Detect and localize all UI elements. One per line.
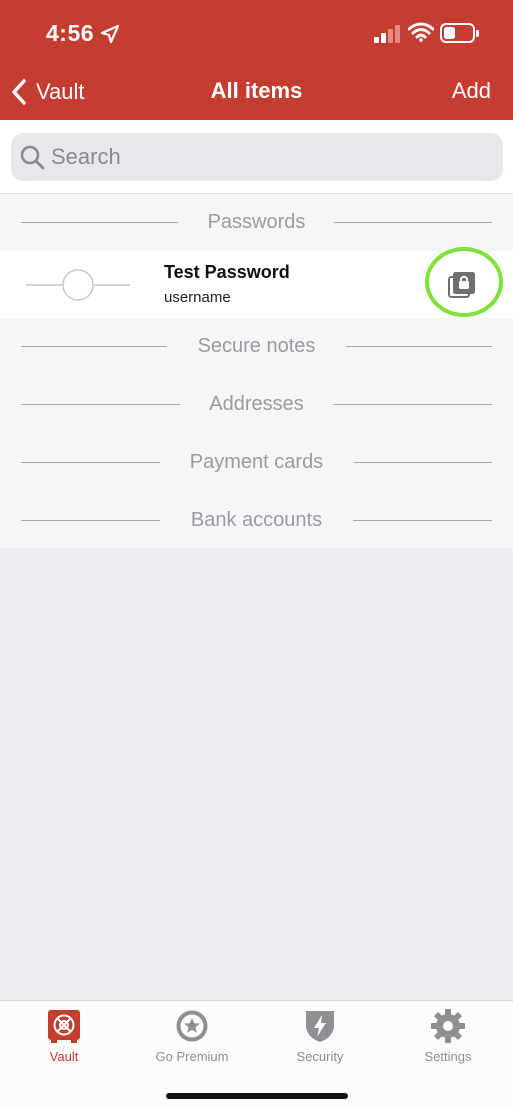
star-icon bbox=[176, 1010, 208, 1042]
tab-vault[interactable]: Vault bbox=[0, 1009, 128, 1069]
status-time: 4:56 bbox=[46, 20, 95, 46]
divider bbox=[21, 346, 167, 347]
add-button[interactable]: Add bbox=[452, 78, 491, 104]
section-header-passwords: Passwords bbox=[0, 202, 513, 242]
tab-label: Settings bbox=[424, 1049, 472, 1064]
back-label: Vault bbox=[36, 79, 85, 104]
search-bar bbox=[0, 120, 513, 194]
tab-label: Go Premium bbox=[155, 1049, 229, 1064]
section-header-payment-cards: Payment cards bbox=[0, 442, 513, 482]
divider bbox=[21, 520, 160, 521]
section-label: Payment cards bbox=[189, 450, 324, 473]
divider bbox=[353, 520, 492, 521]
vault-list: Passwords Test Password username Secure … bbox=[0, 194, 513, 548]
section-label: Passwords bbox=[207, 210, 306, 233]
section-header-addresses: Addresses bbox=[0, 384, 513, 424]
section-label: Secure notes bbox=[197, 334, 316, 357]
divider bbox=[21, 404, 180, 405]
gear-icon bbox=[431, 1009, 465, 1043]
search-icon bbox=[20, 145, 45, 170]
divider bbox=[354, 462, 492, 463]
search-field[interactable] bbox=[11, 133, 503, 181]
vault-icon bbox=[48, 1010, 80, 1043]
tab-security[interactable]: Security bbox=[256, 1009, 384, 1069]
tab-settings[interactable]: Settings bbox=[384, 1009, 512, 1069]
item-title: Test Password bbox=[164, 262, 290, 282]
item-placeholder-icon bbox=[26, 269, 130, 301]
highlight-circle bbox=[425, 247, 503, 317]
section-label: Bank accounts bbox=[190, 508, 323, 531]
section-header-bank-accounts: Bank accounts bbox=[0, 500, 513, 540]
divider bbox=[21, 462, 160, 463]
wifi-icon bbox=[408, 22, 434, 42]
item-username: username bbox=[164, 289, 231, 306]
home-indicator bbox=[166, 1093, 348, 1099]
chevron-left-icon bbox=[12, 79, 26, 105]
shield-bolt-icon bbox=[306, 1011, 334, 1042]
section-label: Addresses bbox=[209, 392, 304, 415]
location-arrow-icon bbox=[100, 24, 120, 44]
divider bbox=[333, 404, 492, 405]
app-header: 4:56 Vault All items Add bbox=[0, 0, 513, 120]
divider bbox=[21, 222, 178, 223]
tab-go-premium[interactable]: Go Premium bbox=[128, 1009, 256, 1069]
tab-label: Security bbox=[296, 1049, 344, 1064]
cellular-signal-icon bbox=[374, 25, 400, 43]
section-header-secure-notes: Secure notes bbox=[0, 326, 513, 366]
battery-icon bbox=[440, 23, 479, 43]
tab-label: Vault bbox=[49, 1049, 79, 1064]
search-input[interactable] bbox=[51, 144, 471, 170]
divider bbox=[334, 222, 492, 223]
divider bbox=[346, 346, 492, 347]
back-button[interactable]: Vault bbox=[10, 76, 85, 108]
